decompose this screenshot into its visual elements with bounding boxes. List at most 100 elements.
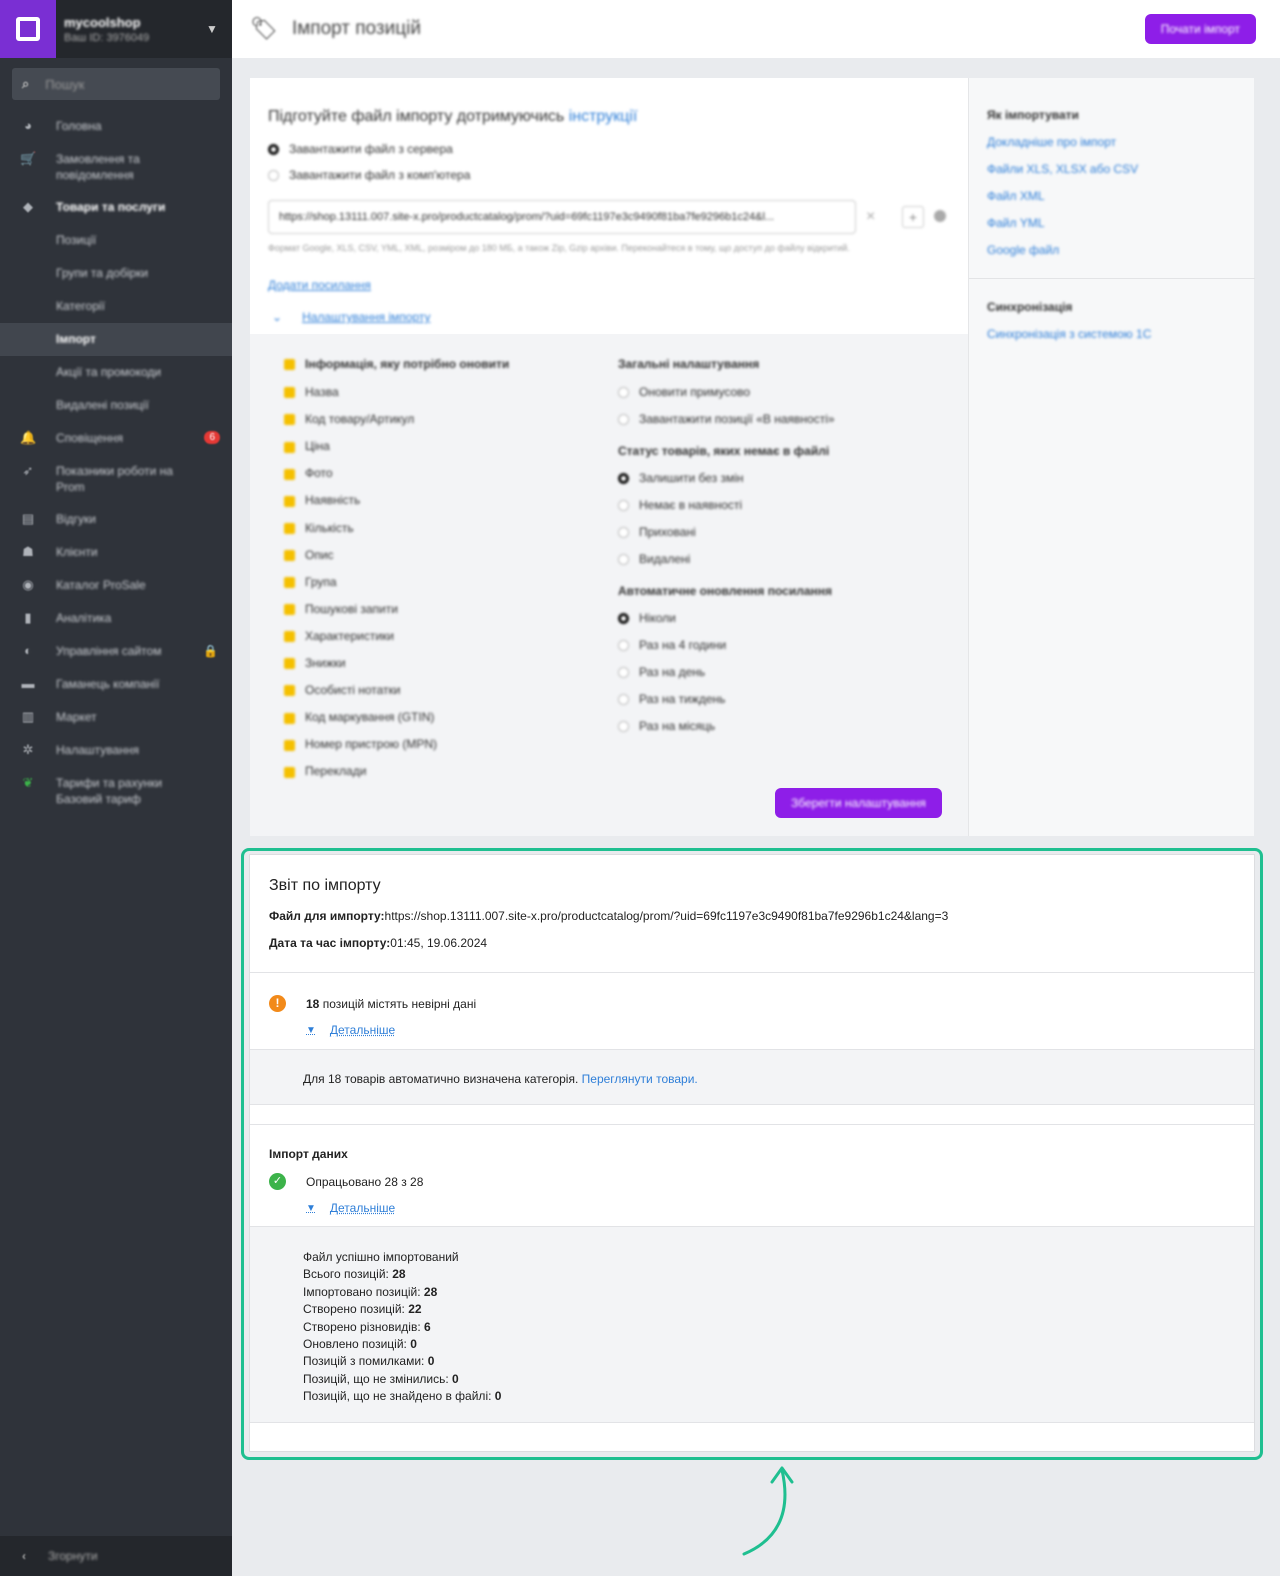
sidebar-item-label: Налаштування <box>56 743 139 757</box>
update-field-checkbox[interactable]: Фото <box>284 466 333 480</box>
auto-update-option[interactable]: Ніколи <box>618 611 676 625</box>
status-option[interactable]: Приховані <box>618 525 696 539</box>
start-import-button[interactable]: Почати імпорт <box>1144 14 1256 44</box>
leaf-icon: ❦ <box>22 775 34 790</box>
success-text: Файл успішно імпортований <box>303 1250 459 1264</box>
help-link[interactable]: Файли XLS, XLSX або CSV <box>987 162 1138 176</box>
report-file: Файл для импорту:https://shop.13111.007.… <box>269 909 949 923</box>
auto-update-title: Автоматичне оновлення посилання <box>618 584 833 598</box>
stat-row: Позицій, що не знайдено в файлі: 0 <box>303 1389 502 1404</box>
sidebar-item[interactable]: Видалені позиції <box>0 389 232 422</box>
sidebar-item[interactable]: Позиції <box>0 224 232 257</box>
auto-update-option[interactable]: Раз на місяць <box>618 719 715 733</box>
sidebar-item[interactable]: ✲ Налаштування <box>0 734 232 767</box>
update-field-checkbox[interactable]: Код товару/Артикул <box>284 412 414 426</box>
sidebar-item[interactable]: ▥ Маркет <box>0 701 232 734</box>
sidebar-item[interactable]: ▮ Аналітика <box>0 602 232 635</box>
sidebar-item[interactable]: ❦ Тарифи та рахунки Базовий тариф <box>0 767 232 815</box>
sync-title: Синхронізація <box>987 300 1073 314</box>
sidebar-item-label: Імпорт <box>56 332 96 346</box>
update-field-checkbox[interactable]: Номер пристрою (MPN) <box>284 737 437 751</box>
save-settings-button[interactable]: Зберегти налаштування <box>775 788 942 818</box>
chevron-down-icon: ⌄ <box>272 310 283 324</box>
chevron-down-icon[interactable]: ▼ <box>206 22 232 36</box>
sidebar-item[interactable]: 🛒 Замовлення та повідомлення <box>0 143 232 191</box>
chevron-down-icon: ▼ <box>306 1024 316 1036</box>
sidebar-item[interactable]: Акції та промокоди <box>0 356 232 389</box>
reviews-icon: ▤ <box>21 511 35 526</box>
add-icon[interactable]: + <box>902 206 924 228</box>
settings-toggle[interactable]: ⌄ Налаштування імпорту <box>272 310 430 324</box>
auto-update-option[interactable]: Раз на день <box>618 665 705 679</box>
update-field-checkbox[interactable]: Пошукові запити <box>284 602 398 616</box>
chevron-down-icon: ▼ <box>306 1202 316 1214</box>
sidebar-item-label: Управління сайтом <box>56 644 162 658</box>
update-fields-header[interactable]: Інформація, яку потрібно оновити <box>284 357 509 371</box>
general-option[interactable]: Завантажити позиції «В наявності» <box>618 412 835 426</box>
update-field-checkbox[interactable]: Переклади <box>284 764 366 778</box>
add-link[interactable]: Додати посилання <box>268 278 371 292</box>
radio-computer[interactable]: Завантажити файл з комп'ютера <box>268 168 470 182</box>
help-icon[interactable] <box>934 210 946 222</box>
status-option[interactable]: Видалені <box>618 552 690 566</box>
status-option[interactable]: Немає в наявності <box>618 498 742 512</box>
help-link[interactable]: Файл XML <box>987 189 1045 203</box>
details-toggle-import[interactable]: ▼ Детальніше <box>306 1201 395 1215</box>
sidebar-item-label: Групи та добірки <box>56 266 149 280</box>
update-field-checkbox[interactable]: Код маркування (GTIN) <box>284 710 434 724</box>
sidebar-item-label: Аналітика <box>56 611 112 625</box>
lock-icon: 🔒 <box>203 644 218 658</box>
update-field-checkbox[interactable]: Особисті нотатки <box>284 683 400 697</box>
sidebar-item[interactable]: ◐ Управління сайтом 🔒 <box>0 635 232 668</box>
sidebar-item-label: Позиції <box>56 233 97 247</box>
help-link[interactable]: Докладніше про імпорт <box>987 135 1116 149</box>
update-field-checkbox[interactable]: Назва <box>284 385 339 399</box>
update-field-checkbox[interactable]: Опис <box>284 548 334 562</box>
how-to-title: Як імпортувати <box>987 108 1079 122</box>
sidebar-item[interactable]: ▤ Відгуки <box>0 503 232 536</box>
collapse-sidebar-button[interactable]: ‹ Згорнути <box>0 1536 232 1576</box>
status-option[interactable]: Залишити без змін <box>618 471 744 485</box>
view-products-link[interactable]: Переглянути товари. <box>582 1072 698 1086</box>
status-title: Статус товарів, яких немає в файлі <box>618 444 830 458</box>
sidebar-item[interactable]: ◆ Товари та послуги <box>0 191 232 224</box>
update-field-checkbox[interactable]: Наявність <box>284 493 360 507</box>
sidebar-item[interactable]: ☗ Клієнти <box>0 536 232 569</box>
clear-icon[interactable]: × <box>866 208 875 226</box>
sidebar-item[interactable]: Імпорт <box>0 323 232 356</box>
update-field-checkbox[interactable]: Знижки <box>284 656 346 670</box>
update-field-checkbox[interactable]: Характеристики <box>284 629 394 643</box>
shop-switcher[interactable]: mycoolshop Ваш ID: 3976049 ▼ <box>0 0 232 58</box>
sync-link[interactable]: Синхронізація з системою 1С <box>987 327 1151 341</box>
page-header: 🏷 Імпорт позицій Почати імпорт <box>232 0 1280 58</box>
radio-server[interactable]: Завантажити файл з сервера <box>268 142 453 156</box>
collapse-label: Згорнути <box>48 1549 98 1563</box>
sidebar-item[interactable]: ▬ Гаманець компанії <box>0 668 232 701</box>
update-field-checkbox[interactable]: Ціна <box>284 439 330 453</box>
sidebar-item[interactable]: ◉ Каталог ProSale <box>0 569 232 602</box>
sidebar-search[interactable]: ⌕ Пошук <box>12 68 220 100</box>
sidebar-item-label: Сповіщення <box>56 431 124 445</box>
import-url-input[interactable]: https://shop.13111.007.site-x.pro/produc… <box>268 200 856 234</box>
sidebar-item[interactable]: Групи та добірки <box>0 257 232 290</box>
instructions-link[interactable]: інструкції <box>569 108 638 125</box>
sidebar-item[interactable]: 🔔 Сповіщення 6 <box>0 422 232 455</box>
warning-section: ! 18 позицій містять невірні дані ▼ Детал… <box>250 973 1254 1049</box>
details-toggle-warnings[interactable]: ▼ Детальніше <box>306 1023 395 1037</box>
update-field-checkbox[interactable]: Кількість <box>284 521 354 535</box>
help-link[interactable]: Google файл <box>987 243 1059 257</box>
help-link[interactable]: Файл YML <box>987 216 1045 230</box>
update-field-checkbox[interactable]: Група <box>284 575 337 589</box>
auto-update-option[interactable]: Раз на тиждень <box>618 692 725 706</box>
sidebar-item[interactable]: ◕ Головна <box>0 110 232 143</box>
arrow-up-icon <box>742 1466 794 1556</box>
sidebar-item-label: Головна <box>56 119 102 133</box>
sidebar-item[interactable]: Категорії <box>0 290 232 323</box>
sidebar-item-label: Категорії <box>56 299 105 313</box>
sidebar-item-label: Гаманець компанії <box>56 677 160 691</box>
general-option[interactable]: Оновити примусово <box>618 385 750 399</box>
auto-update-option[interactable]: Раз на 4 години <box>618 638 726 652</box>
sidebar-item[interactable]: ➶ Показники роботи на Prom <box>0 455 232 503</box>
sidebar-item-label: Тарифи та рахунки Базовий тариф <box>56 776 163 806</box>
wallet-icon: ▬ <box>21 676 35 691</box>
